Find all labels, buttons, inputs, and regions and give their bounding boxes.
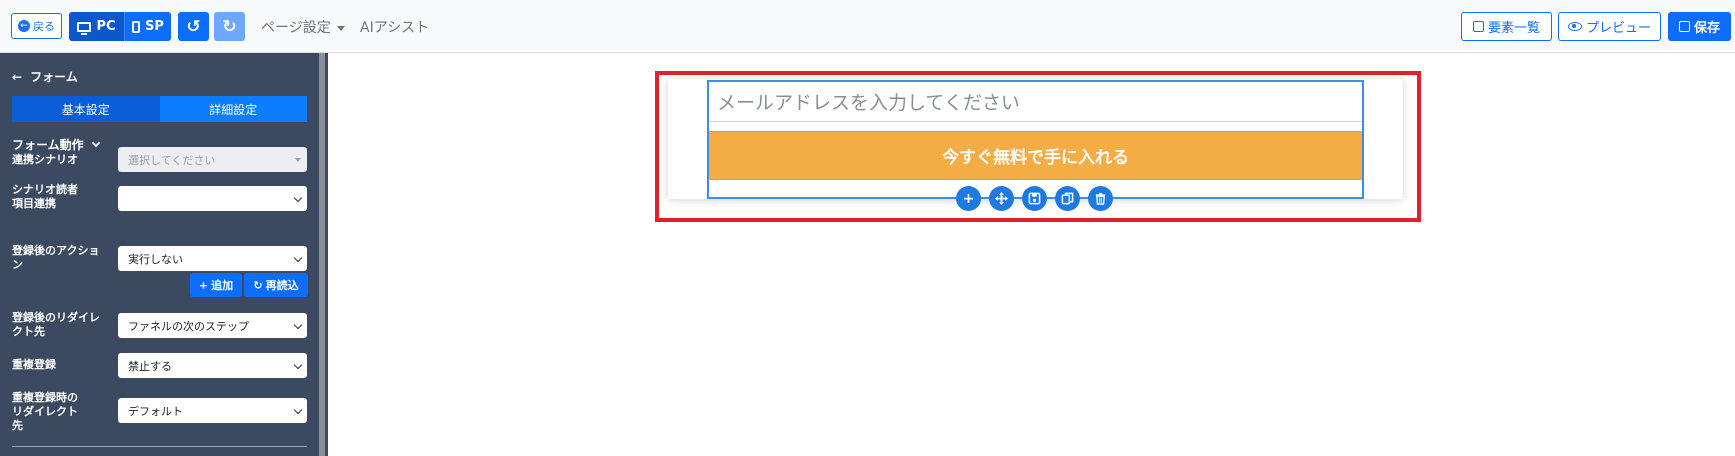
sidebar-title: フォーム bbox=[30, 70, 78, 84]
pc-view-button[interactable]: PC bbox=[69, 12, 124, 41]
duplicate-redirect-select[interactable]: デフォルト bbox=[118, 398, 307, 423]
page-settings-menu[interactable]: ページ設定 bbox=[261, 17, 345, 37]
back-button[interactable]: ← 戻る bbox=[11, 13, 62, 39]
move-arrows-icon bbox=[995, 192, 1008, 205]
redo-icon: ↻ bbox=[222, 16, 237, 37]
preview-label: プレビュー bbox=[1585, 21, 1651, 36]
elements-list-label: 要素一覧 bbox=[1487, 21, 1540, 36]
field-label-redirect: 登録後のリダイレクト先 bbox=[12, 311, 100, 338]
elements-list-button[interactable]: 要素一覧 bbox=[1461, 12, 1552, 41]
field-label-duplicate: 重複登録 bbox=[12, 358, 56, 371]
sp-view-label: SP bbox=[145, 19, 164, 34]
move-button[interactable] bbox=[989, 186, 1014, 211]
plus-icon: + bbox=[198, 278, 209, 292]
top-toolbar: ← 戻る PC SP ↺ ↻ ページ設定 AIアシスト 要素一覧 プレビュー 保… bbox=[0, 0, 1735, 53]
chevron-down-icon bbox=[293, 320, 303, 330]
back-button-label: 戻る bbox=[33, 20, 55, 33]
arrow-left-icon: ← bbox=[18, 20, 30, 32]
reload-button-label: 再読込 bbox=[265, 279, 299, 292]
duplicate-select[interactable]: 禁止する bbox=[118, 353, 307, 378]
delete-button[interactable] bbox=[1088, 186, 1113, 211]
save-button[interactable]: 保存 bbox=[1668, 12, 1731, 41]
page-settings-label: ページ設定 bbox=[261, 20, 331, 36]
device-toggle: PC SP bbox=[69, 12, 171, 41]
redirect-select-value: ファネルの次のステップ bbox=[128, 319, 249, 333]
duplicate-select-value: 禁止する bbox=[128, 359, 172, 373]
duplicate-redirect-select-value: デフォルト bbox=[128, 404, 183, 418]
caret-down-icon bbox=[295, 158, 301, 162]
scenario-select[interactable]: 選択してください bbox=[118, 147, 307, 172]
add-element-button[interactable]: + bbox=[956, 186, 981, 211]
scenario-select-value: 選択してください bbox=[128, 153, 216, 167]
reader-field-select[interactable] bbox=[118, 186, 307, 211]
floppy-disk-icon bbox=[1678, 21, 1690, 32]
redo-button[interactable]: ↻ bbox=[214, 12, 245, 41]
duplicate-button[interactable] bbox=[1055, 186, 1080, 211]
tab-detail-settings[interactable]: 詳細設定 bbox=[159, 96, 307, 122]
chevron-down-icon bbox=[293, 193, 303, 203]
floppy-disk-icon bbox=[1028, 192, 1041, 205]
plus-icon: + bbox=[962, 190, 975, 207]
chevron-down-icon bbox=[293, 360, 303, 370]
caret-down-icon bbox=[336, 25, 345, 31]
save-label: 保存 bbox=[1693, 21, 1720, 36]
ai-assist-label: AIアシスト bbox=[360, 20, 430, 36]
tab-basic-settings[interactable]: 基本設定 bbox=[12, 96, 160, 122]
field-label-reader-link: シナリオ読者 項目連携 bbox=[12, 183, 78, 210]
chevron-down-icon bbox=[91, 138, 100, 148]
divider bbox=[12, 446, 307, 447]
save-element-button[interactable] bbox=[1022, 186, 1047, 211]
selected-element-outline bbox=[707, 80, 1364, 199]
reload-button[interactable]: ↻ 再読込 bbox=[244, 273, 308, 297]
eye-icon bbox=[1567, 22, 1582, 31]
add-button-label: 追加 bbox=[211, 279, 234, 292]
settings-sidebar: ← フォーム 基本設定 詳細設定 フォーム動作 連携シナリオ 選択してください … bbox=[0, 53, 328, 456]
undo-button[interactable]: ↺ bbox=[178, 12, 209, 41]
post-action-select-value: 実行しない bbox=[128, 252, 183, 266]
copy-icon bbox=[1061, 192, 1074, 205]
post-action-select[interactable]: 実行しない bbox=[118, 246, 307, 271]
section-title: フォーム動作 bbox=[12, 138, 84, 152]
form-behavior-toggle[interactable]: フォーム動作 bbox=[12, 136, 100, 153]
redirect-select[interactable]: ファネルの次のステップ bbox=[118, 313, 307, 338]
refresh-icon: ↻ bbox=[253, 278, 263, 292]
chevron-down-icon bbox=[293, 253, 303, 263]
undo-icon: ↺ bbox=[186, 16, 201, 37]
field-label-scenario: 連携シナリオ bbox=[12, 153, 78, 166]
add-button[interactable]: + 追加 bbox=[190, 273, 242, 297]
sp-view-button[interactable]: SP bbox=[124, 12, 171, 41]
ai-assist-menu[interactable]: AIアシスト bbox=[360, 17, 429, 37]
chevron-down-icon bbox=[293, 405, 303, 415]
field-label-duplicate-redirect: 重複登録時のリダイレクト先 bbox=[12, 391, 78, 432]
sidebar-back-link[interactable]: ← フォーム bbox=[12, 68, 78, 85]
trash-icon bbox=[1095, 192, 1106, 205]
desktop-icon bbox=[77, 21, 92, 35]
pc-view-label: PC bbox=[96, 19, 116, 34]
sidebar-scrollbar[interactable] bbox=[319, 53, 325, 456]
arrow-left-icon: ← bbox=[12, 69, 23, 84]
mobile-icon bbox=[132, 20, 141, 33]
field-label-post-action: 登録後のアクション bbox=[12, 244, 100, 271]
sitemap-icon bbox=[1472, 21, 1484, 32]
settings-tabs: 基本設定 詳細設定 bbox=[12, 96, 307, 122]
preview-button[interactable]: プレビュー bbox=[1558, 12, 1661, 41]
